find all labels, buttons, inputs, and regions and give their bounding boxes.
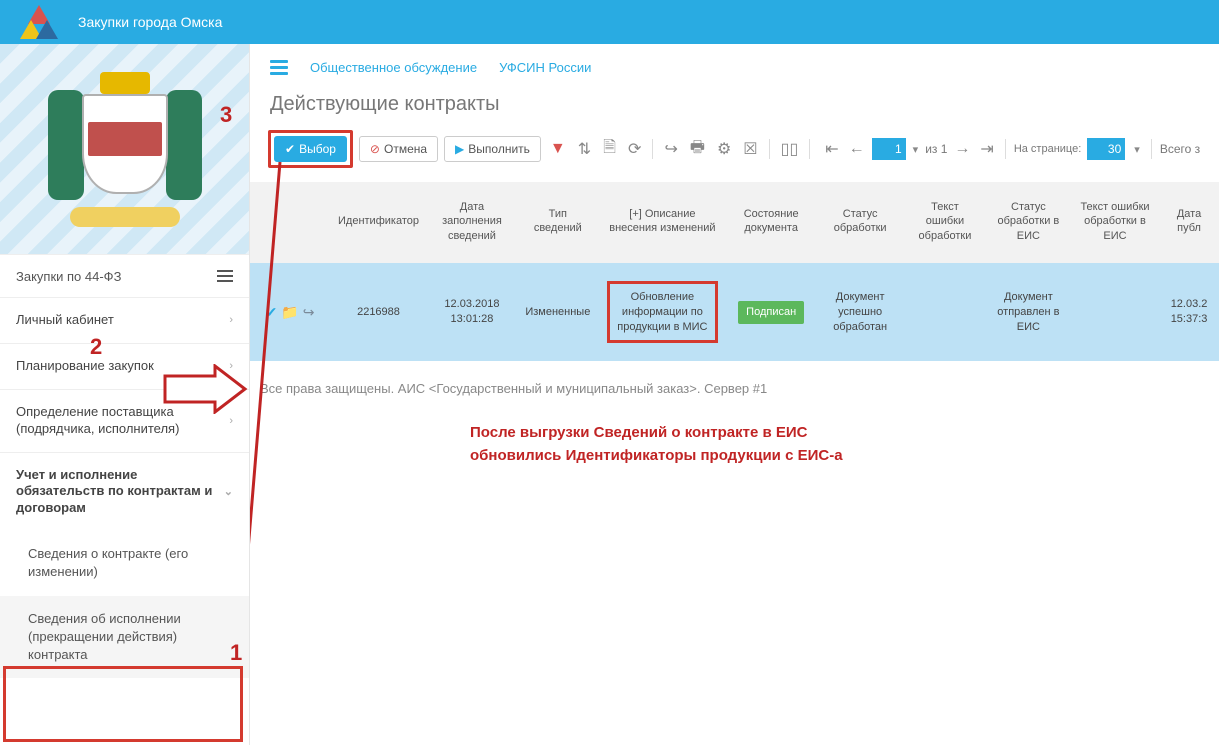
print-icon[interactable]: 🖶	[687, 132, 708, 167]
cancel-button-label: Отмена	[384, 142, 427, 156]
breadcrumb: Общественное обсуждение УФСИН России	[250, 44, 1219, 85]
col-pub[interactable]: Дата публ	[1159, 182, 1219, 263]
cell-proc: Документ успешно обработан	[816, 263, 904, 362]
col-eis[interactable]: Статус обработки в ЕИС	[986, 182, 1071, 263]
chevron-down-icon: ⌄	[224, 485, 233, 499]
chevron-right-icon: ›	[229, 313, 233, 327]
hamburger-icon	[217, 267, 233, 285]
check-icon: ✔	[285, 142, 295, 156]
document-icon[interactable]: 🗎	[600, 132, 619, 167]
sidebar-item-contracts[interactable]: Учет и исполнение обязательств по контра…	[0, 453, 249, 532]
sidebar-sub-contract-info[interactable]: Сведения о контракте (его изменении)	[0, 531, 249, 595]
sidebar-item-label: Учет и исполнение обязательств по контра…	[16, 467, 224, 518]
page-of-label: из 1	[925, 142, 947, 156]
row-action-icons: ✔ 📁 ↪	[266, 303, 315, 322]
cell-type: Измененные	[517, 263, 599, 362]
coat-of-arms-area	[0, 44, 249, 254]
toolbar: ✔ Выбор ⊘ Отмена ▶ Выполнить ▼ ⇅ 🗎 ⟳ ↪ 🖶…	[250, 130, 1219, 182]
footer-text: Все права защищены. АИС <Государственный…	[250, 361, 1219, 416]
book-icon[interactable]: ▯▯	[778, 135, 802, 163]
first-page-icon[interactable]: ⇤	[822, 135, 841, 163]
cell-id: 2216988	[330, 263, 427, 362]
excel-icon[interactable]: ☒	[740, 135, 760, 163]
sidebar-sub-execution-info[interactable]: Сведения об исполнении (прекращении дейс…	[0, 596, 249, 679]
sidebar-sub-label: Сведения о контракте (его изменении)	[28, 546, 188, 579]
page-title: Действующие контракты	[250, 85, 1219, 130]
select-button[interactable]: ✔ Выбор	[274, 136, 347, 162]
chevron-right-icon: ›	[229, 359, 233, 373]
sidebar-item-supplier[interactable]: Определение поставщика (подрядчика, испо…	[0, 390, 249, 452]
content-area: Общественное обсуждение УФСИН России Дей…	[250, 44, 1219, 745]
top-header: Закупки города Омска	[0, 0, 1219, 44]
pager: ⇤ ← ▾ из 1 → ⇥	[822, 135, 997, 163]
col-actions	[250, 182, 330, 263]
sidebar-section-44fz[interactable]: Закупки по 44-ФЗ	[0, 255, 249, 297]
sidebar-item-planning[interactable]: Планирование закупок ›	[0, 344, 249, 389]
sidebar-item-label: Планирование закупок	[16, 358, 154, 375]
per-page-dropdown-icon[interactable]: ▾	[1131, 139, 1143, 160]
sidebar-section-label: Закупки по 44-ФЗ	[16, 269, 121, 284]
folder-icon[interactable]: 📁	[281, 303, 298, 322]
per-page-label: На странице:	[1014, 143, 1081, 155]
note-line1: После выгрузки Сведений о контракте в ЕИ…	[470, 422, 1219, 445]
col-eis-err[interactable]: Текст ошибки обработки в ЕИС	[1071, 182, 1159, 263]
refresh-icon[interactable]: ⟳	[625, 135, 644, 163]
execute-button[interactable]: ▶ Выполнить	[444, 136, 541, 162]
app-logo	[20, 3, 58, 41]
total-label: Всего з	[1160, 142, 1200, 156]
select-button-label: Выбор	[299, 142, 336, 156]
sidebar-item-label: Определение поставщика (подрядчика, испо…	[16, 404, 229, 438]
cell-err	[904, 263, 986, 362]
sidebar: Закупки по 44-ФЗ Личный кабинет › Планир…	[0, 44, 250, 745]
cancel-button[interactable]: ⊘ Отмена	[359, 136, 438, 162]
execute-button-label: Выполнить	[468, 142, 530, 156]
swap-icon[interactable]: ⇅	[575, 135, 594, 163]
annotation-note: После выгрузки Сведений о контракте в ЕИ…	[250, 416, 1219, 467]
col-change[interactable]: [+] Описание внесения изменений	[599, 182, 726, 263]
col-state[interactable]: Состояние документа	[726, 182, 816, 263]
col-id[interactable]: Идентификатор	[330, 182, 427, 263]
play-icon: ▶	[455, 142, 464, 156]
grid: Идентификатор Дата заполнения сведений Т…	[250, 182, 1219, 361]
filter-icon[interactable]: ▼	[547, 136, 569, 162]
col-date[interactable]: Дата заполнения сведений	[427, 182, 517, 263]
col-err[interactable]: Текст ошибки обработки	[904, 182, 986, 263]
sidebar-sub-label: Сведения об исполнении (прекращении дейс…	[28, 611, 181, 662]
cell-eis: Документ отправлен в ЕИС	[986, 263, 1071, 362]
breadcrumb-discussion[interactable]: Общественное обсуждение	[310, 60, 477, 75]
col-type[interactable]: Тип сведений	[517, 182, 599, 263]
list-icon[interactable]	[270, 60, 288, 75]
share-icon[interactable]: ↪	[303, 303, 315, 322]
last-page-icon[interactable]: ⇥	[977, 135, 996, 163]
per-page: На странице: ▾	[1014, 138, 1143, 160]
per-page-input[interactable]	[1087, 138, 1125, 160]
cell-eis-err	[1071, 263, 1159, 362]
gear-icon[interactable]: ⚙	[714, 135, 734, 163]
page-dropdown-icon[interactable]: ▾	[910, 139, 922, 160]
breadcrumb-ufsin[interactable]: УФСИН России	[499, 60, 591, 75]
page-input[interactable]	[872, 138, 906, 160]
coat-of-arms	[40, 72, 210, 227]
cancel-icon: ⊘	[370, 142, 380, 156]
next-page-icon[interactable]: →	[951, 136, 973, 162]
state-badge: Подписан	[738, 301, 804, 324]
export-icon[interactable]: ↪	[661, 135, 680, 163]
cell-change: Обновление информации по продукции в МИС	[607, 281, 718, 344]
grid-header-row: Идентификатор Дата заполнения сведений Т…	[250, 182, 1219, 263]
prev-page-icon[interactable]: ←	[846, 136, 868, 162]
col-proc[interactable]: Статус обработки	[816, 182, 904, 263]
cell-date: 12.03.2018 13:01:28	[427, 263, 517, 362]
cell-pub: 12.03.2 15:37:3	[1159, 263, 1219, 362]
sidebar-item-cabinet[interactable]: Личный кабинет ›	[0, 298, 249, 343]
selected-icon[interactable]: ✔	[266, 303, 278, 322]
note-line2: обновились Идентификаторы продукции с ЕИ…	[470, 445, 1219, 468]
chevron-right-icon: ›	[229, 414, 233, 428]
app-title: Закупки города Омска	[78, 14, 222, 30]
select-button-highlight: ✔ Выбор	[268, 130, 353, 168]
grid-row[interactable]: ✔ 📁 ↪ 2216988 12.03.2018 13:01:28 Измене…	[250, 263, 1219, 362]
sidebar-item-label: Личный кабинет	[16, 312, 114, 329]
